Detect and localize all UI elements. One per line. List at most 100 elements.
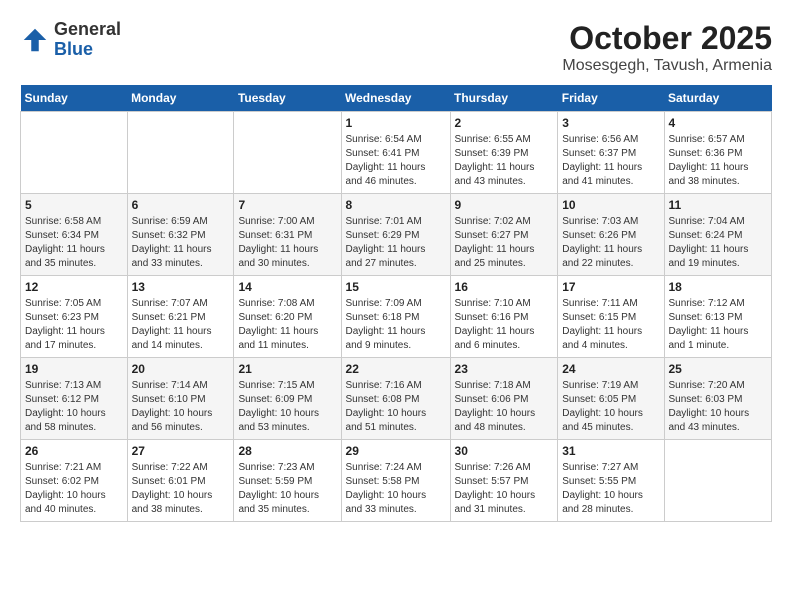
calendar-header-friday: Friday	[558, 85, 664, 112]
calendar-cell: 4 Sunrise: 6:57 AM Sunset: 6:36 PM Daylig…	[664, 112, 772, 194]
logo-icon	[20, 25, 50, 55]
day-number: 13	[132, 280, 230, 294]
calendar-cell: 26Sunrise: 7:21 AM Sunset: 6:02 PM Dayli…	[21, 440, 128, 522]
day-number: 27	[132, 444, 230, 458]
day-number: 17	[562, 280, 659, 294]
day-info: Sunrise: 7:08 AM Sunset: 6:20 PM Dayligh…	[238, 297, 336, 353]
day-number: 7	[238, 198, 336, 212]
day-number: 24	[562, 362, 659, 376]
day-number: 23	[455, 362, 554, 376]
day-info: Sunrise: 7:14 AM Sunset: 6:10 PM Dayligh…	[132, 379, 230, 435]
day-info: Sunrise: 6:56 AM Sunset: 6:37 PM Dayligh…	[562, 133, 659, 189]
day-number: 6	[132, 198, 230, 212]
calendar-cell: 2Sunrise: 6:55 AM Sunset: 6:39 PM Daylig…	[450, 112, 558, 194]
day-number: 3	[562, 116, 659, 130]
day-info: Sunrise: 7:16 AM Sunset: 6:08 PM Dayligh…	[346, 379, 446, 435]
day-info: Sunrise: 7:01 AM Sunset: 6:29 PM Dayligh…	[346, 215, 446, 271]
calendar-cell: 21 Sunrise: 7:15 AM Sunset: 6:09 PM Dayli…	[234, 358, 341, 440]
day-info: Sunrise: 6:54 AM Sunset: 6:41 PM Dayligh…	[346, 133, 446, 189]
calendar-header-saturday: Saturday	[664, 85, 772, 112]
day-number: 18	[669, 280, 768, 294]
day-info: Sunrise: 7:10 AM Sunset: 6:16 PM Dayligh…	[455, 297, 554, 353]
calendar-header-row: SundayMondayTuesdayWednesdayThursdayFrid…	[21, 85, 772, 112]
calendar-cell: 20 Sunrise: 7:14 AM Sunset: 6:10 PM Dayli…	[127, 358, 234, 440]
logo-blue: Blue	[54, 40, 121, 60]
calendar-cell: 1 Sunrise: 6:54 AM Sunset: 6:41 PM Daylig…	[341, 112, 450, 194]
calendar-week-1: 1 Sunrise: 6:54 AM Sunset: 6:41 PM Daylig…	[21, 112, 772, 194]
page-header: General Blue October 2025 Mosesgegh, Tav…	[20, 20, 772, 75]
day-number: 30	[455, 444, 554, 458]
calendar-cell: 11Sunrise: 7:04 AM Sunset: 6:24 PM Dayli…	[664, 194, 772, 276]
title-block: October 2025 Mosesgegh, Tavush, Armenia	[562, 20, 772, 75]
calendar-cell: 30 Sunrise: 7:26 AM Sunset: 5:57 PM Dayli…	[450, 440, 558, 522]
day-info: Sunrise: 7:26 AM Sunset: 5:57 PM Dayligh…	[455, 461, 554, 517]
calendar-cell: 24 Sunrise: 7:19 AM Sunset: 6:05 PM Dayli…	[558, 358, 664, 440]
day-number: 10	[562, 198, 659, 212]
calendar-cell: 23 Sunrise: 7:18 AM Sunset: 6:06 PM Dayli…	[450, 358, 558, 440]
logo-general: General	[54, 20, 121, 40]
calendar-cell: 28Sunrise: 7:23 AM Sunset: 5:59 PM Dayli…	[234, 440, 341, 522]
day-number: 4	[669, 116, 768, 130]
day-number: 20	[132, 362, 230, 376]
day-number: 19	[25, 362, 123, 376]
day-number: 29	[346, 444, 446, 458]
day-info: Sunrise: 7:04 AM Sunset: 6:24 PM Dayligh…	[669, 215, 768, 271]
logo: General Blue	[20, 20, 121, 60]
calendar-cell: 8 Sunrise: 7:01 AM Sunset: 6:29 PM Daylig…	[341, 194, 450, 276]
day-number: 21	[238, 362, 336, 376]
day-number: 25	[669, 362, 768, 376]
day-number: 9	[455, 198, 554, 212]
day-info: Sunrise: 7:03 AM Sunset: 6:26 PM Dayligh…	[562, 215, 659, 271]
location-subtitle: Mosesgegh, Tavush, Armenia	[562, 57, 772, 75]
calendar-cell: 18 Sunrise: 7:12 AM Sunset: 6:13 PM Dayli…	[664, 276, 772, 358]
calendar-cell: 3 Sunrise: 6:56 AM Sunset: 6:37 PM Daylig…	[558, 112, 664, 194]
calendar-cell: 19 Sunrise: 7:13 AM Sunset: 6:12 PM Dayli…	[21, 358, 128, 440]
day-info: Sunrise: 7:12 AM Sunset: 6:13 PM Dayligh…	[669, 297, 768, 353]
day-info: Sunrise: 7:02 AM Sunset: 6:27 PM Dayligh…	[455, 215, 554, 271]
calendar-cell: 6 Sunrise: 6:59 AM Sunset: 6:32 PM Daylig…	[127, 194, 234, 276]
day-info: Sunrise: 6:57 AM Sunset: 6:36 PM Dayligh…	[669, 133, 768, 189]
calendar-cell	[21, 112, 128, 194]
calendar-cell: 31Sunrise: 7:27 AM Sunset: 5:55 PM Dayli…	[558, 440, 664, 522]
day-number: 5	[25, 198, 123, 212]
day-info: Sunrise: 7:13 AM Sunset: 6:12 PM Dayligh…	[25, 379, 123, 435]
calendar-cell: 29Sunrise: 7:24 AM Sunset: 5:58 PM Dayli…	[341, 440, 450, 522]
day-info: Sunrise: 7:00 AM Sunset: 6:31 PM Dayligh…	[238, 215, 336, 271]
calendar-week-5: 26Sunrise: 7:21 AM Sunset: 6:02 PM Dayli…	[21, 440, 772, 522]
day-number: 28	[238, 444, 336, 458]
day-number: 8	[346, 198, 446, 212]
day-number: 26	[25, 444, 123, 458]
calendar-cell	[127, 112, 234, 194]
day-info: Sunrise: 7:19 AM Sunset: 6:05 PM Dayligh…	[562, 379, 659, 435]
day-info: Sunrise: 7:18 AM Sunset: 6:06 PM Dayligh…	[455, 379, 554, 435]
calendar-cell: 22 Sunrise: 7:16 AM Sunset: 6:08 PM Dayli…	[341, 358, 450, 440]
calendar-week-2: 5 Sunrise: 6:58 AM Sunset: 6:34 PM Daylig…	[21, 194, 772, 276]
day-info: Sunrise: 7:09 AM Sunset: 6:18 PM Dayligh…	[346, 297, 446, 353]
calendar-cell: 17 Sunrise: 7:11 AM Sunset: 6:15 PM Dayli…	[558, 276, 664, 358]
calendar-cell: 27Sunrise: 7:22 AM Sunset: 6:01 PM Dayli…	[127, 440, 234, 522]
calendar-cell: 9 Sunrise: 7:02 AM Sunset: 6:27 PM Daylig…	[450, 194, 558, 276]
day-info: Sunrise: 7:05 AM Sunset: 6:23 PM Dayligh…	[25, 297, 123, 353]
calendar-cell: 13Sunrise: 7:07 AM Sunset: 6:21 PM Dayli…	[127, 276, 234, 358]
day-info: Sunrise: 6:59 AM Sunset: 6:32 PM Dayligh…	[132, 215, 230, 271]
day-number: 16	[455, 280, 554, 294]
day-number: 1	[346, 116, 446, 130]
day-number: 22	[346, 362, 446, 376]
calendar-cell: 14Sunrise: 7:08 AM Sunset: 6:20 PM Dayli…	[234, 276, 341, 358]
calendar-header-wednesday: Wednesday	[341, 85, 450, 112]
calendar-cell: 7 Sunrise: 7:00 AM Sunset: 6:31 PM Daylig…	[234, 194, 341, 276]
calendar-cell	[234, 112, 341, 194]
calendar-cell: 10 Sunrise: 7:03 AM Sunset: 6:26 PM Dayli…	[558, 194, 664, 276]
day-number: 15	[346, 280, 446, 294]
calendar-header-monday: Monday	[127, 85, 234, 112]
day-info: Sunrise: 7:15 AM Sunset: 6:09 PM Dayligh…	[238, 379, 336, 435]
calendar-body: 1 Sunrise: 6:54 AM Sunset: 6:41 PM Daylig…	[21, 112, 772, 522]
calendar-cell: 5 Sunrise: 6:58 AM Sunset: 6:34 PM Daylig…	[21, 194, 128, 276]
calendar-cell: 25Sunrise: 7:20 AM Sunset: 6:03 PM Dayli…	[664, 358, 772, 440]
calendar-header-sunday: Sunday	[21, 85, 128, 112]
day-info: Sunrise: 6:58 AM Sunset: 6:34 PM Dayligh…	[25, 215, 123, 271]
calendar-cell	[664, 440, 772, 522]
day-info: Sunrise: 7:11 AM Sunset: 6:15 PM Dayligh…	[562, 297, 659, 353]
calendar-header-thursday: Thursday	[450, 85, 558, 112]
calendar-cell: 12Sunrise: 7:05 AM Sunset: 6:23 PM Dayli…	[21, 276, 128, 358]
